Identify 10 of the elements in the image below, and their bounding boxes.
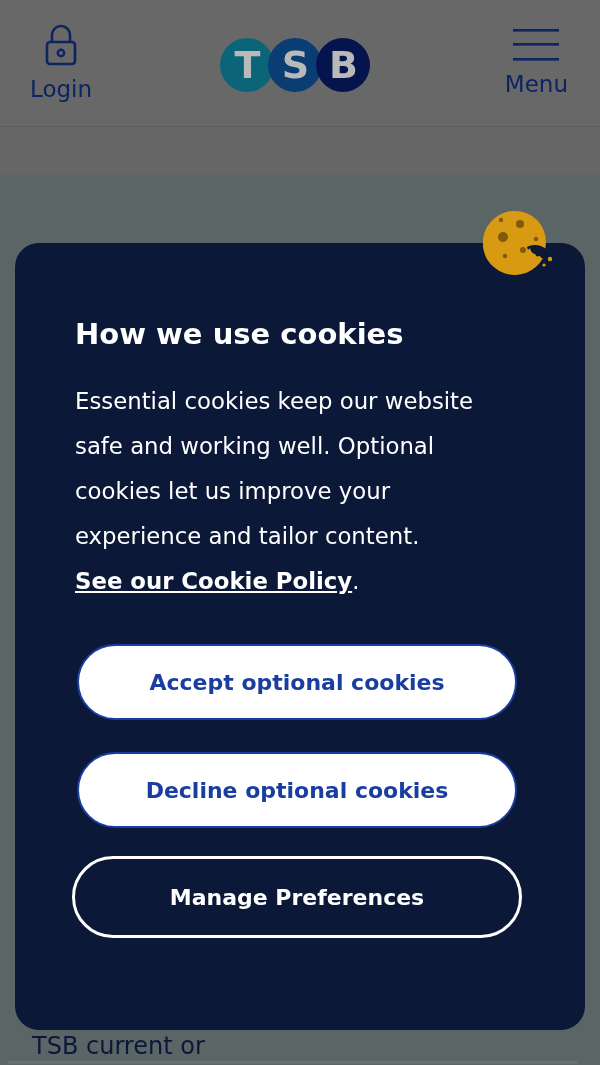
lock-icon [45, 24, 78, 66]
cookie-policy-link[interactable]: See our Cookie Policy [75, 568, 353, 594]
cookie-button[interactable]: Accept optional cookies [77, 644, 517, 720]
logo-letter: B [316, 38, 371, 92]
menu-icon [513, 29, 560, 61]
body-text: TSB current or [32, 1032, 205, 1060]
cookie-button[interactable]: Decline optional cookies [77, 752, 517, 828]
dialog-title: How we use cookies [75, 317, 405, 351]
manage-preferences-button[interactable]: Manage Preferences [72, 856, 522, 938]
dialog-text: Essential cookies keep our website safe and working well. Optional cookies let us improve your experience and tailor content. See our Cookie Policy. [75, 387, 475, 596]
